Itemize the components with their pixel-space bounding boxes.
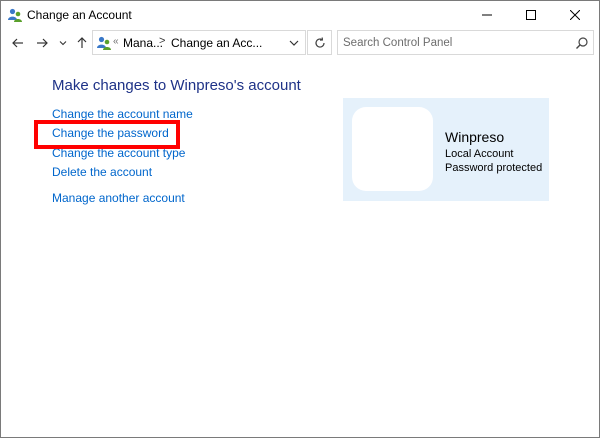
user-accounts-icon bbox=[97, 36, 111, 50]
search-icon[interactable] bbox=[575, 36, 589, 50]
account-card: Winpreso Local Account Password protecte… bbox=[343, 98, 549, 201]
change-account-name-link[interactable]: Change the account name bbox=[52, 107, 193, 121]
account-name: Winpreso bbox=[445, 129, 505, 145]
arrow-right-icon bbox=[37, 38, 48, 48]
close-icon bbox=[570, 9, 580, 20]
minimize-icon bbox=[482, 14, 492, 15]
chevron-down-icon[interactable] bbox=[287, 36, 301, 50]
change-account-window: Change an Account « Mana... > Change an … bbox=[0, 0, 600, 438]
account-type: Local Account bbox=[445, 148, 514, 160]
back-button[interactable] bbox=[8, 33, 28, 53]
maximize-icon bbox=[526, 9, 536, 20]
account-status: Password protected bbox=[445, 162, 543, 174]
breadcrumb-overflow-marker[interactable]: « bbox=[113, 36, 119, 47]
maximize-button[interactable] bbox=[509, 1, 553, 28]
change-password-link[interactable]: Change the password bbox=[52, 126, 169, 140]
up-button[interactable] bbox=[72, 33, 92, 53]
minimize-button[interactable] bbox=[465, 1, 509, 28]
chevron-down-icon bbox=[59, 41, 67, 46]
breadcrumb-manage-accounts[interactable]: Mana... bbox=[123, 36, 163, 50]
change-account-type-link[interactable]: Change the account type bbox=[52, 146, 185, 160]
arrow-left-icon bbox=[12, 38, 23, 48]
avatar bbox=[352, 107, 433, 191]
page-title: Make changes to Winpreso's account bbox=[52, 77, 301, 94]
breadcrumb-change-account[interactable]: Change an Acc... bbox=[171, 36, 262, 50]
breadcrumb-separator[interactable]: > bbox=[159, 35, 165, 47]
user-accounts-icon bbox=[8, 8, 22, 22]
search-box[interactable] bbox=[337, 30, 594, 55]
refresh-icon bbox=[314, 36, 325, 48]
navigation-bar: « Mana... > Change an Acc... bbox=[1, 28, 599, 58]
manage-another-account-link[interactable]: Manage another account bbox=[52, 191, 185, 205]
recent-locations-button[interactable] bbox=[56, 33, 70, 53]
window-title: Change an Account bbox=[27, 8, 132, 22]
forward-button[interactable] bbox=[32, 33, 52, 53]
search-input[interactable] bbox=[343, 35, 563, 51]
refresh-button[interactable] bbox=[307, 30, 332, 55]
arrow-up-icon bbox=[77, 37, 87, 48]
title-bar[interactable]: Change an Account bbox=[1, 1, 599, 28]
delete-account-link[interactable]: Delete the account bbox=[52, 165, 152, 179]
address-bar[interactable]: « Mana... > Change an Acc... bbox=[92, 30, 306, 55]
close-button[interactable] bbox=[553, 1, 597, 28]
